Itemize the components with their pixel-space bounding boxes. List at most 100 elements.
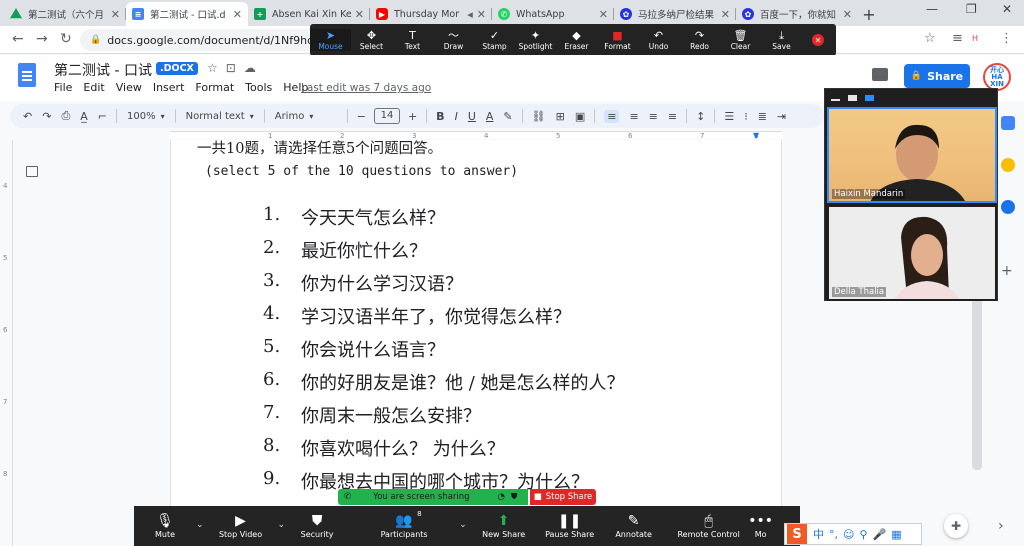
italic-icon[interactable]: I (455, 110, 458, 123)
numbered-list-icon[interactable]: ≣ (758, 110, 767, 123)
annotate-select-tool[interactable]: ✥ Select (351, 29, 392, 51)
participants-button[interactable]: 👥 8 Participants (349, 510, 459, 539)
annotate-format-tool[interactable]: ■ Format (597, 29, 638, 51)
back-icon[interactable]: ← (12, 31, 24, 47)
font-size-input[interactable]: 14 (373, 108, 400, 124)
annotate-eraser-tool[interactable]: ◆ Eraser (556, 29, 597, 51)
audio-options-icon[interactable]: ⌄ (196, 520, 204, 530)
video-options-icon[interactable]: ⌄ (278, 520, 286, 530)
emoji-icon[interactable]: ☺ (843, 528, 854, 541)
last-edit-link[interactable]: Last edit was 7 days ago (301, 82, 431, 94)
annotate-text-tool[interactable]: T Text (392, 29, 433, 51)
gallery-view-icon[interactable] (865, 94, 874, 101)
sogou-logo-icon[interactable]: S (787, 524, 807, 544)
annotate-undo-tool[interactable]: ↶ Undo (638, 29, 679, 51)
bookmark-star-icon[interactable]: ☆ (924, 31, 936, 46)
browser-tab[interactable]: ▶ Thursday Mor ◂ ✕ (370, 2, 492, 26)
text-color-icon[interactable]: A (486, 110, 494, 123)
punctuation-icon[interactable]: °, (829, 528, 838, 541)
paint-format-icon[interactable]: ⌐ (98, 110, 107, 123)
line-spacing-icon[interactable]: ↕ (696, 110, 705, 123)
close-icon[interactable]: ✕ (843, 8, 852, 21)
tools-icon[interactable]: ⚲ (859, 528, 867, 541)
speaker-view-icon[interactable] (848, 94, 857, 101)
annotate-clear-tool[interactable]: 🗑 Clear (720, 29, 761, 51)
reading-list-icon[interactable]: ≡ (952, 31, 963, 46)
pause-share-button[interactable]: ❚❚ Pause Share (541, 512, 599, 539)
menu-file[interactable]: File (54, 81, 72, 94)
menu-insert[interactable]: Insert (153, 81, 185, 94)
menu-tools[interactable]: Tools (245, 81, 272, 94)
document-page[interactable]: 一共10题，请选择任意5个问题回答。 (select 5 of the 10 q… (170, 140, 782, 546)
avatar[interactable]: 开心 HA XIN (983, 63, 1011, 91)
calendar-icon[interactable] (1001, 116, 1015, 130)
move-folder-icon[interactable]: ⊡ (226, 61, 244, 75)
add-addon-icon[interactable]: + (1001, 264, 1015, 278)
profile-icon[interactable]: H (972, 34, 978, 43)
docs-logo-icon[interactable] (18, 63, 36, 87)
mute-tab-icon[interactable]: ◂ (467, 8, 473, 21)
participants-options-icon[interactable]: ⌄ (459, 520, 467, 530)
keyboard-icon[interactable]: ▦ (891, 528, 901, 541)
browser-tab[interactable]: ✿ 马拉多纳尸检结果 ✕ (614, 2, 736, 26)
style-select[interactable]: Normal text (186, 111, 254, 122)
checklist-icon[interactable]: ☰ (724, 110, 734, 123)
browser-tab[interactable]: ✆ WhatsApp ✕ (492, 2, 614, 26)
explore-button[interactable]: ✚ (944, 514, 968, 538)
cloud-status-icon[interactable]: ☁ (244, 61, 264, 75)
annotate-spotlight-tool[interactable]: ✦ Spotlight (515, 29, 556, 51)
close-icon[interactable]: ✕ (111, 8, 120, 21)
remote-control-button[interactable]: 🖱 Remote Control (669, 512, 749, 539)
underline-icon[interactable]: U (468, 110, 476, 123)
increase-font-icon[interactable]: + (408, 110, 417, 123)
annotate-mouse-tool[interactable]: ➤ Mouse (310, 29, 351, 51)
menu-dots-icon[interactable]: ⋮ (1000, 31, 1013, 46)
undo-icon[interactable]: ↶ (23, 110, 32, 123)
restore-icon[interactable]: ❐ (966, 2, 977, 16)
new-tab-button[interactable]: + (858, 2, 880, 26)
decrease-font-icon[interactable]: − (357, 110, 366, 123)
menu-view[interactable]: View (116, 81, 142, 94)
url-field[interactable]: 🔒 docs.google.com/document/d/1Nf9hd75S (80, 29, 330, 51)
document-title[interactable]: 第二测试 - 口试 (54, 60, 152, 80)
align-right-icon[interactable]: ≡ (649, 110, 658, 123)
highlight-icon[interactable]: ✎ (503, 110, 512, 123)
close-icon[interactable]: ✕ (477, 8, 486, 21)
right-indent-marker[interactable]: ▼ (753, 131, 759, 140)
security-button[interactable]: ⛊ Security (285, 512, 349, 539)
browser-tab-active[interactable]: ≡ 第二测试 - 口试.d ✕ (126, 2, 248, 26)
close-icon[interactable]: ✕ (233, 8, 242, 21)
share-button[interactable]: 🔒 Share (904, 64, 970, 88)
stop-video-button[interactable]: ▶ Stop Video (204, 512, 278, 539)
indent-icon[interactable]: ⇥ (777, 110, 786, 123)
align-center-icon[interactable]: ≡ (629, 110, 638, 123)
menu-edit[interactable]: Edit (83, 81, 104, 94)
link-icon[interactable]: ⛓ (532, 110, 546, 123)
add-comment-icon[interactable]: ⊞ (556, 110, 565, 123)
annotate-save-tool[interactable]: ⤓ Save (761, 29, 802, 51)
zoom-select[interactable]: 100% (127, 111, 165, 122)
align-left-icon[interactable]: ≡ (604, 109, 620, 123)
voice-icon[interactable]: 🎤 (873, 528, 887, 541)
redo-icon[interactable]: ↷ (42, 110, 51, 123)
annotate-redo-tool[interactable]: ↷ Redo (679, 29, 720, 51)
close-icon[interactable]: ✕ (355, 8, 364, 21)
minimize-icon[interactable]: — (926, 2, 938, 16)
close-icon[interactable]: ✕ (721, 8, 730, 21)
annotate-button[interactable]: ✎ Annotate (599, 512, 669, 539)
document-outline-icon[interactable] (26, 166, 38, 177)
forward-icon[interactable]: → (36, 31, 48, 47)
tasks-icon[interactable] (1001, 200, 1015, 214)
star-icon[interactable]: ☆ (207, 61, 226, 75)
reload-icon[interactable]: ↻ (60, 31, 72, 47)
new-share-button[interactable]: ⬆ New Share (467, 512, 541, 539)
chinese-mode-icon[interactable]: 中 (813, 526, 824, 542)
bulleted-list-icon[interactable]: ⁝ (744, 110, 748, 123)
insert-image-icon[interactable]: ▣ (575, 110, 585, 123)
participant-video[interactable]: Haixin Mandarin (827, 107, 997, 203)
font-select[interactable]: Arimo (275, 111, 337, 122)
mute-button[interactable]: 🎙 Mute (134, 512, 196, 539)
justify-icon[interactable]: ≡ (668, 110, 677, 123)
comment-history-icon[interactable] (872, 68, 888, 81)
keep-icon[interactable] (1001, 158, 1015, 172)
